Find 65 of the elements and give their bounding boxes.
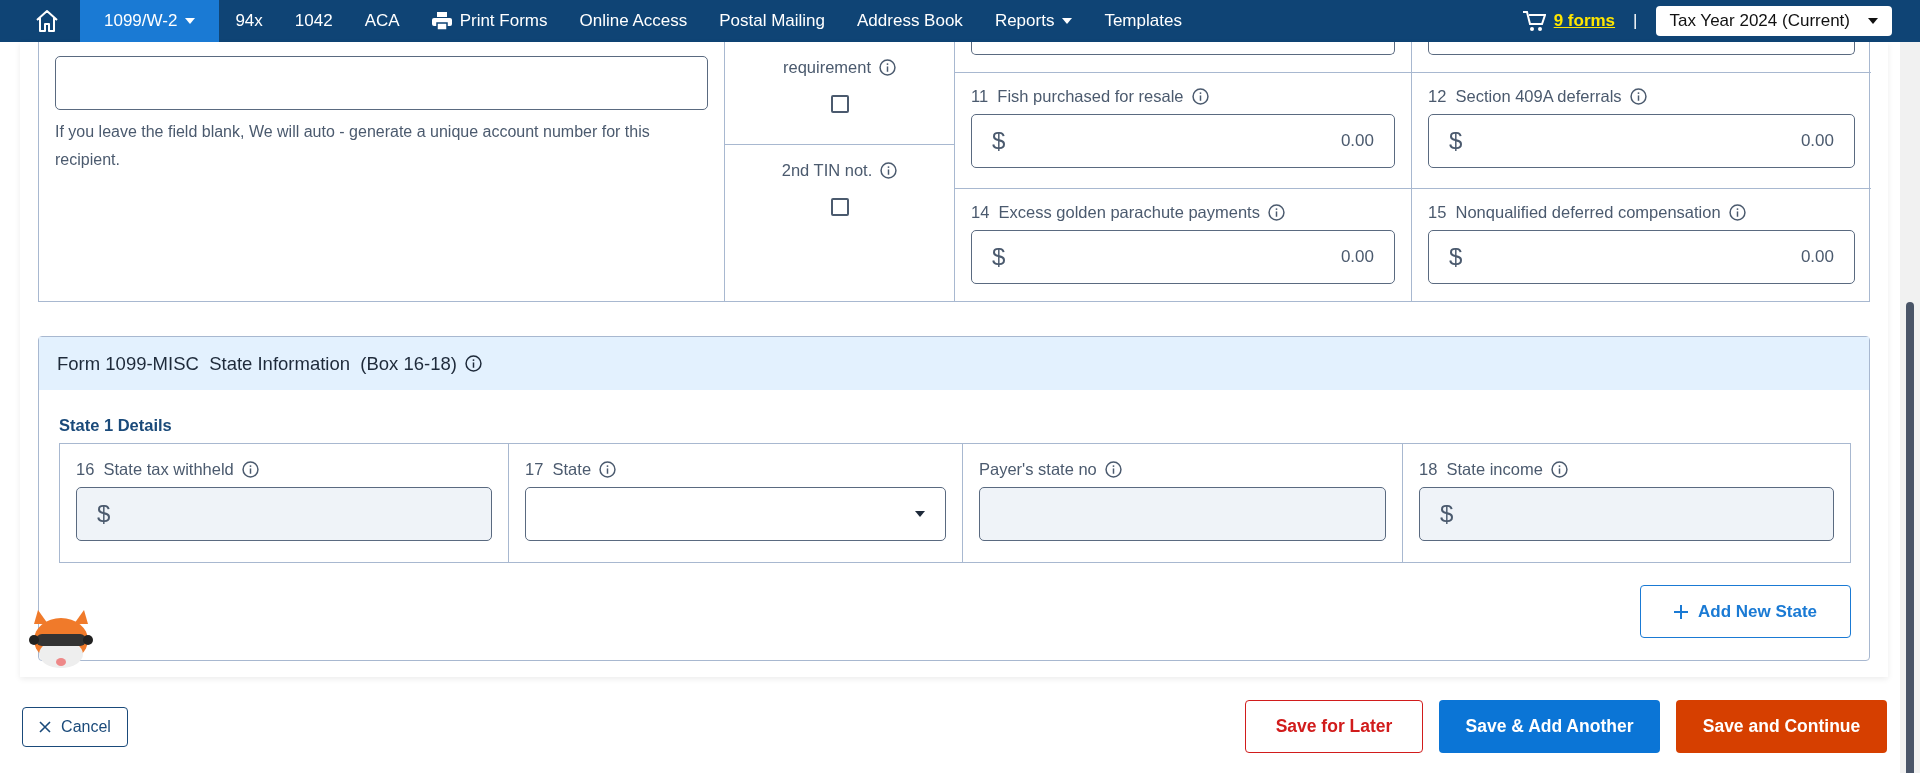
home-icon[interactable] bbox=[34, 8, 60, 34]
amount-field[interactable]: $ 0.00 bbox=[1428, 230, 1855, 284]
separator: | bbox=[1633, 11, 1638, 31]
field-label: 12 Section 409A deferrals bbox=[1428, 87, 1622, 106]
field-label: 17 State bbox=[525, 460, 592, 479]
checkbox[interactable] bbox=[830, 95, 849, 113]
field-label: 14 Excess golden parachute payments bbox=[971, 203, 1260, 222]
caret-icon bbox=[185, 18, 196, 24]
amount-field[interactable]: $ 0.00 bbox=[971, 114, 1395, 168]
state-select[interactable] bbox=[525, 487, 946, 541]
account-number-field[interactable] bbox=[55, 56, 708, 110]
save-button[interactable]: Save and Continue bbox=[1676, 700, 1887, 753]
section-title: Form 1099-MISC State Information (Box 16-18) bbox=[57, 352, 457, 375]
info-icon[interactable] bbox=[1728, 204, 1746, 221]
info-icon[interactable] bbox=[1191, 88, 1209, 105]
checkbox[interactable] bbox=[830, 198, 849, 216]
input-field[interactable] bbox=[979, 487, 1386, 541]
tax-year-select[interactable]: Tax Year 2024 (Current) bbox=[1655, 6, 1892, 36]
info-icon[interactable] bbox=[599, 461, 617, 478]
checkbox-label: 2nd TIN not. bbox=[781, 161, 873, 180]
nav-tab[interactable]: Templates bbox=[1088, 0, 1198, 42]
info-icon[interactable] bbox=[880, 162, 898, 179]
amount-field[interactable]: $ bbox=[76, 487, 492, 541]
info-icon[interactable] bbox=[464, 355, 482, 372]
field-label: 15 Nonqualified deferred compensation bbox=[1428, 203, 1721, 222]
amount-field[interactable] bbox=[1428, 42, 1855, 55]
subsection-title: State 1 Details bbox=[59, 416, 173, 435]
save-button[interactable]: Save for Later bbox=[1245, 700, 1423, 753]
info-icon[interactable] bbox=[1267, 204, 1285, 221]
nav-tab[interactable]: Reports bbox=[978, 0, 1089, 42]
nav-tab[interactable]: Postal Mailing bbox=[703, 0, 842, 42]
amount-field[interactable]: $ 0.00 bbox=[1428, 114, 1855, 168]
nav-tab[interactable]: 94x bbox=[219, 0, 279, 42]
field-label: 18 State income bbox=[1419, 460, 1543, 479]
checkbox-label: requirement bbox=[782, 58, 871, 77]
field-label: 16 State tax withheld bbox=[76, 460, 234, 479]
amount-field[interactable] bbox=[971, 42, 1395, 55]
nav-tab[interactable]: 1099/W-2 bbox=[80, 0, 220, 42]
nav-tab[interactable]: ACA bbox=[348, 0, 416, 42]
amount-field[interactable]: $ 0.00 bbox=[971, 230, 1395, 284]
printer-icon bbox=[431, 12, 452, 30]
nav-tab[interactable]: 1042 bbox=[278, 0, 349, 42]
close-icon bbox=[39, 720, 52, 733]
field-label: 11 Fish purchased for resale bbox=[971, 87, 1184, 106]
info-icon[interactable] bbox=[879, 59, 896, 76]
add-state-button[interactable]: Add New State bbox=[1640, 585, 1851, 638]
info-icon[interactable] bbox=[1104, 461, 1122, 478]
amount-field[interactable]: $ bbox=[1419, 487, 1834, 541]
nav-tab[interactable]: Print Forms bbox=[415, 0, 564, 42]
cart-icon[interactable] bbox=[1521, 9, 1546, 33]
nav-tab[interactable]: Address Book bbox=[841, 0, 979, 42]
help-text: If you leave the field blank, We will auto - generate a unique account number for this recipient. bbox=[55, 122, 651, 170]
info-icon[interactable] bbox=[1629, 88, 1647, 105]
info-icon[interactable] bbox=[241, 461, 259, 478]
nav-tab[interactable]: Online Access bbox=[563, 0, 704, 42]
caret-icon bbox=[915, 511, 925, 517]
caret-icon bbox=[1062, 18, 1073, 24]
field-label: Payer's state no bbox=[979, 460, 1097, 479]
info-icon[interactable] bbox=[1550, 461, 1568, 478]
cancel-button[interactable]: Cancel bbox=[22, 706, 128, 747]
scrollbar[interactable] bbox=[1900, 42, 1920, 773]
caret-icon bbox=[1868, 18, 1878, 24]
cart-link[interactable]: 9 forms bbox=[1553, 11, 1616, 31]
save-button[interactable]: Save & Add Another bbox=[1439, 700, 1660, 753]
plus-icon bbox=[1674, 604, 1688, 619]
